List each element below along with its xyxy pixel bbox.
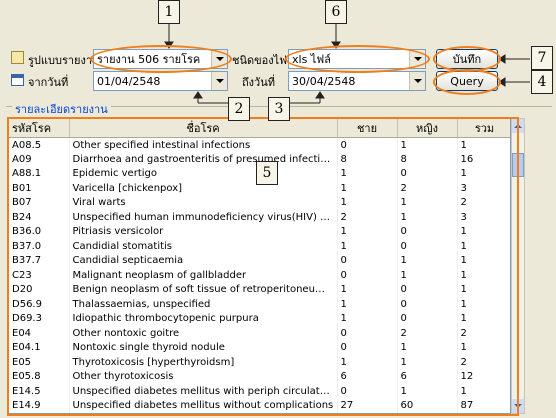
callout-label: 6 [325, 0, 347, 24]
callout-label: 4 [531, 70, 553, 94]
callout-label: 7 [531, 46, 553, 70]
callout-label: 2 [228, 97, 250, 121]
callout-label: 1 [158, 0, 180, 24]
callout-label: 3 [268, 97, 290, 121]
annotation-layer [164, 22, 530, 104]
callout-label: 5 [256, 161, 278, 185]
